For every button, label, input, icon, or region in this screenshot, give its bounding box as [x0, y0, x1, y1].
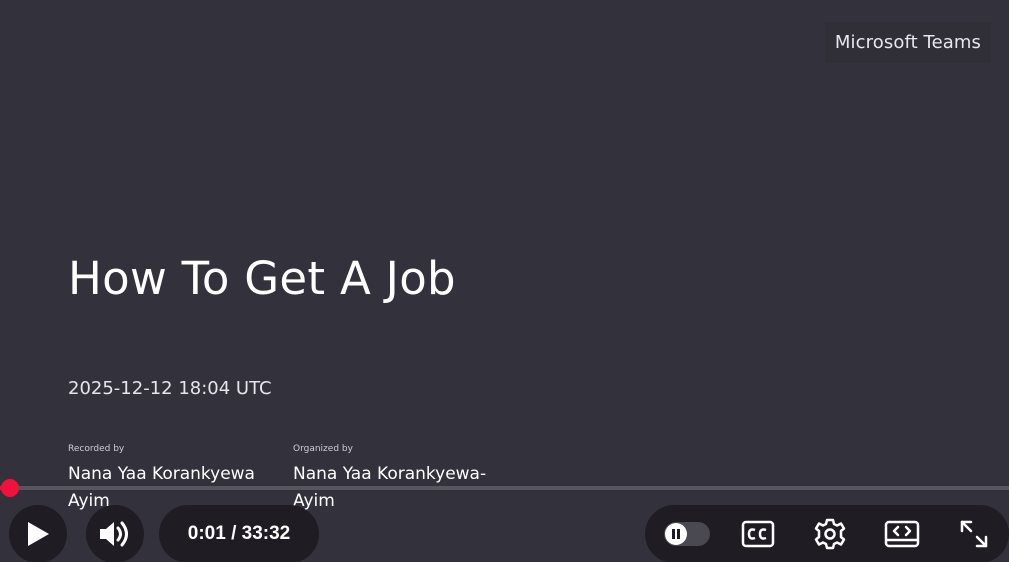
play-icon — [28, 522, 49, 546]
fullscreen-button[interactable] — [955, 505, 993, 562]
progress-bar[interactable] — [0, 486, 1009, 490]
recorded-by-caption: Recorded by — [68, 444, 125, 454]
brand-label: Microsoft Teams — [824, 22, 991, 63]
pause-toggle-icon — [665, 523, 687, 545]
organized-by-name-line1: Nana Yaa Korankyewa- — [293, 464, 487, 484]
right-controls — [645, 505, 1009, 562]
time-display: 0:01 / 33:32 — [159, 505, 319, 562]
organized-by-caption: Organized by — [293, 444, 353, 454]
organized-by-name-line2: Ayim — [293, 491, 335, 511]
settings-button[interactable] — [811, 505, 849, 562]
captions-button[interactable] — [739, 505, 777, 562]
video-title: How To Get A Job — [68, 252, 456, 305]
fullscreen-icon — [960, 520, 988, 548]
play-button[interactable] — [9, 505, 67, 562]
closed-captions-icon — [741, 520, 775, 548]
embed-icon — [884, 520, 920, 548]
toggle-track — [664, 522, 710, 546]
video-player[interactable]: Microsoft Teams How To Get A Job 2025-12… — [0, 0, 1009, 562]
progress-handle[interactable] — [0, 479, 19, 497]
embed-button[interactable] — [883, 505, 921, 562]
organized-by-block: Organized by Nana Yaa Korankyewa- Ayim — [293, 444, 493, 515]
recording-datetime: 2025-12-12 18:04 UTC — [68, 378, 272, 399]
recorded-by-name-line1: Nana Yaa Korankyewa — [68, 464, 255, 484]
autoplay-toggle[interactable] — [663, 505, 711, 562]
volume-button[interactable] — [86, 505, 144, 562]
gear-icon — [814, 518, 846, 550]
volume-icon — [100, 521, 128, 547]
